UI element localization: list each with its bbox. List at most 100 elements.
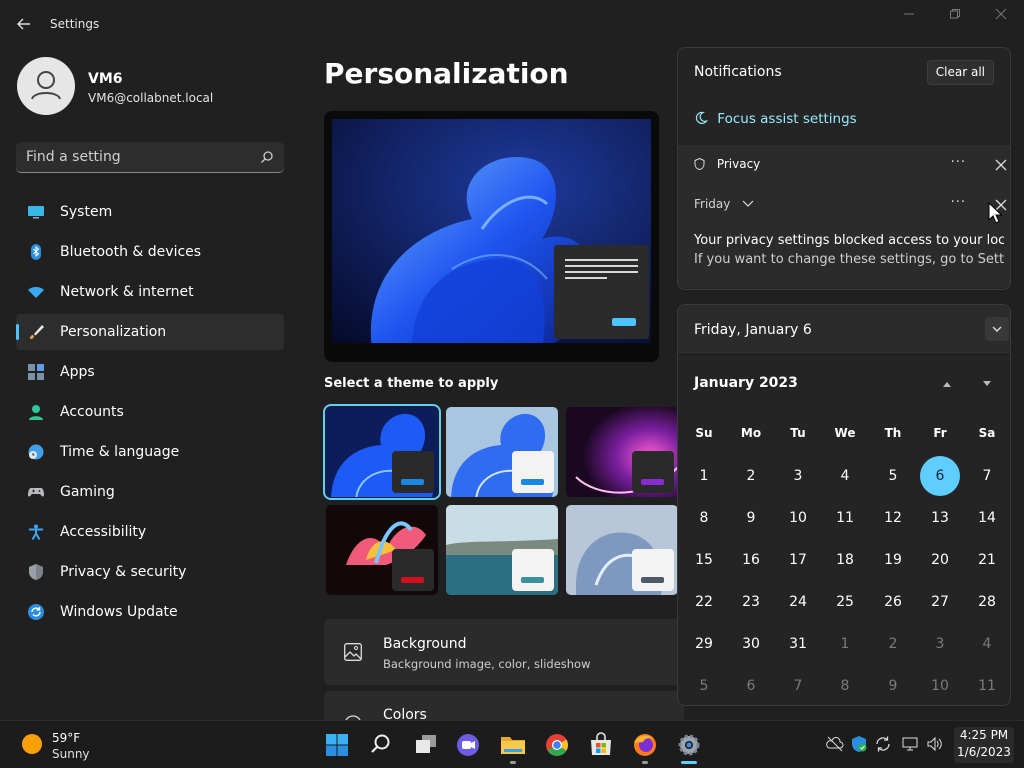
globe-clock-icon: [28, 444, 44, 460]
search-input[interactable]: Find a setting: [16, 142, 284, 173]
calendar-day[interactable]: 18: [825, 540, 865, 580]
calendar-day[interactable]: 1: [825, 624, 865, 664]
calendar-day[interactable]: 11: [967, 666, 1007, 705]
calendar-day[interactable]: 21: [967, 540, 1007, 580]
close-button[interactable]: [987, 8, 1015, 28]
theme-tile-sunrise[interactable]: [446, 505, 558, 595]
sidebar-item-accounts[interactable]: Accounts: [16, 394, 284, 430]
card-title: Background: [383, 636, 467, 652]
sidebar-item-system[interactable]: System: [16, 194, 284, 230]
back-arrow-icon[interactable]: [14, 14, 34, 34]
calendar-day[interactable]: 20: [920, 540, 960, 580]
sidebar-item-privacy[interactable]: Privacy & security: [16, 554, 284, 590]
theme-tile-windows-dark[interactable]: [323, 404, 441, 500]
search-taskbar-button[interactable]: [365, 730, 397, 760]
collapse-calendar-button[interactable]: [985, 317, 1009, 341]
start-button[interactable]: [321, 730, 353, 760]
calendar-day[interactable]: 5: [873, 456, 913, 496]
background-setting-card[interactable]: Background Background image, color, slid…: [324, 619, 684, 685]
previous-month-icon[interactable]: [940, 377, 954, 391]
chrome-button[interactable]: [541, 730, 573, 760]
sidebar-item-personalization[interactable]: Personalization: [16, 314, 284, 350]
more-options-button[interactable]: ···: [951, 155, 966, 170]
calendar-day[interactable]: 25: [825, 582, 865, 622]
sync-icon[interactable]: [874, 735, 892, 753]
next-month-icon[interactable]: [980, 377, 994, 391]
notification-group-row[interactable]: Friday: [694, 197, 754, 211]
weather-temperature[interactable]: 59°F: [52, 731, 80, 745]
sidebar-item-apps[interactable]: Apps: [16, 354, 284, 390]
calendar-day[interactable]: 26: [873, 582, 913, 622]
dismiss-icon[interactable]: [994, 158, 1008, 172]
calendar-day[interactable]: 4: [967, 624, 1007, 664]
calendar-day[interactable]: 2: [731, 456, 771, 496]
sidebar-item-bluetooth[interactable]: Bluetooth & devices: [16, 234, 284, 270]
minimize-button[interactable]: [895, 8, 923, 28]
task-view-button[interactable]: [410, 730, 442, 760]
theme-tile-flow[interactable]: [566, 505, 678, 595]
more-options-button[interactable]: ···: [951, 195, 966, 210]
settings-taskbar-button[interactable]: [673, 730, 705, 764]
avatar[interactable]: [17, 57, 75, 115]
calendar-day[interactable]: 9: [873, 666, 913, 705]
calendar-day[interactable]: 13: [920, 498, 960, 538]
calendar-day[interactable]: 8: [684, 498, 724, 538]
calendar-day[interactable]: 28: [967, 582, 1007, 622]
calendar-day[interactable]: 1: [684, 456, 724, 496]
network-icon[interactable]: [902, 735, 920, 753]
calendar-day[interactable]: 12: [873, 498, 913, 538]
calendar-day[interactable]: 19: [873, 540, 913, 580]
maximize-button[interactable]: [941, 8, 969, 28]
sidebar-item-accessibility[interactable]: Accessibility: [16, 514, 284, 550]
calendar-day[interactable]: 15: [684, 540, 724, 580]
calendar-day[interactable]: 11: [825, 498, 865, 538]
chat-button[interactable]: [452, 730, 484, 760]
calendar-day[interactable]: 5: [684, 666, 724, 705]
calendar-day[interactable]: 27: [920, 582, 960, 622]
search-icon: [371, 734, 390, 753]
calendar-day[interactable]: 24: [778, 582, 818, 622]
calendar-day[interactable]: 3: [778, 456, 818, 496]
sidebar-item-gaming[interactable]: Gaming: [16, 474, 284, 510]
calendar-day[interactable]: 4: [825, 456, 865, 496]
firefox-button[interactable]: [629, 730, 661, 764]
theme-tile-captured-motion[interactable]: [326, 505, 438, 595]
theme-tile-glow[interactable]: [566, 407, 678, 497]
calendar-day-today[interactable]: 6: [920, 456, 960, 496]
microsoft-store-button[interactable]: [585, 730, 617, 760]
clear-all-button[interactable]: Clear all: [926, 60, 994, 85]
sidebar-item-windows-update[interactable]: Windows Update: [16, 594, 284, 630]
calendar-day[interactable]: 7: [967, 456, 1007, 496]
calendar-day[interactable]: 29: [684, 624, 724, 664]
calendar-day[interactable]: 10: [778, 498, 818, 538]
defender-icon[interactable]: [850, 735, 868, 753]
calendar-day[interactable]: 17: [778, 540, 818, 580]
calendar-day[interactable]: 9: [731, 498, 771, 538]
calendar-day[interactable]: 6: [731, 666, 771, 705]
calendar-day[interactable]: 2: [873, 624, 913, 664]
calendar-day[interactable]: 31: [778, 624, 818, 664]
calendar-day[interactable]: 30: [731, 624, 771, 664]
calendar-day[interactable]: 22: [684, 582, 724, 622]
calendar-day[interactable]: 3: [920, 624, 960, 664]
calendar-day[interactable]: 8: [825, 666, 865, 705]
calendar-day[interactable]: 16: [731, 540, 771, 580]
calendar-day[interactable]: 14: [967, 498, 1007, 538]
calendar-day[interactable]: 23: [731, 582, 771, 622]
file-explorer-button[interactable]: [497, 730, 529, 764]
notification-card[interactable]: Privacy ··· Friday ··· Your privacy sett…: [678, 146, 1010, 288]
sidebar-item-network[interactable]: Network & internet: [16, 274, 284, 310]
sidebar-item-time-language[interactable]: Time & language: [16, 434, 284, 470]
weather-condition[interactable]: Sunny: [52, 747, 90, 761]
sun-icon[interactable]: [22, 734, 42, 754]
calendar-day[interactable]: 7: [778, 666, 818, 705]
user-name: VM6: [88, 71, 123, 87]
focus-assist-settings-link[interactable]: Focus assist settings: [694, 111, 857, 127]
theme-section-heading: Select a theme to apply: [324, 376, 499, 391]
calendar-day[interactable]: 10: [920, 666, 960, 705]
sidebar-item-label: Accounts: [60, 404, 124, 420]
theme-tile-windows-light[interactable]: [446, 407, 558, 497]
onedrive-offline-icon[interactable]: [826, 735, 844, 753]
system-clock[interactable]: 4:25 PM 1/6/2023: [954, 727, 1014, 763]
volume-icon[interactable]: [926, 735, 944, 753]
